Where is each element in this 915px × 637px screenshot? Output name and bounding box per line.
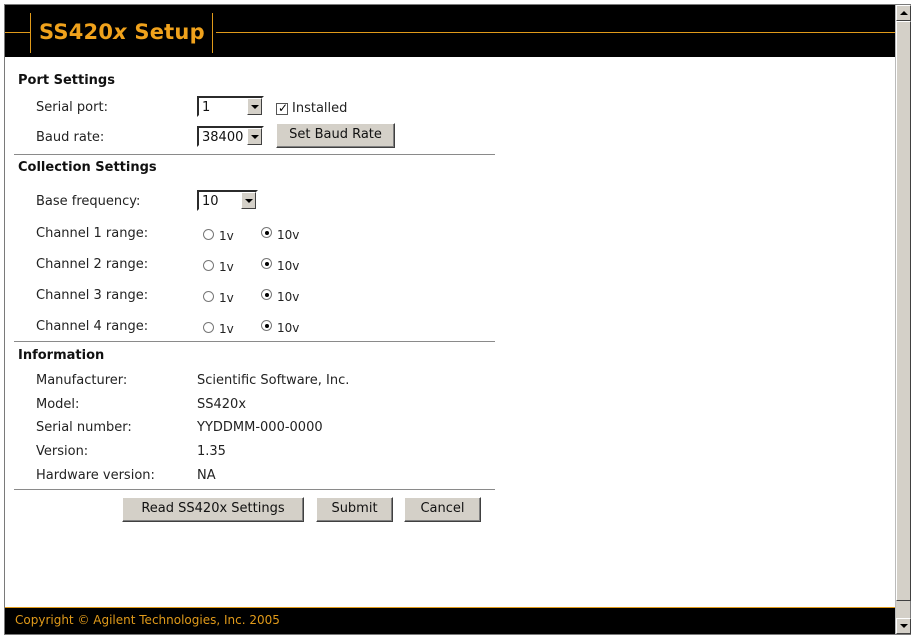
version-label: Version: [36, 444, 89, 459]
serial-number-value: YYDDMM-000-0000 [197, 420, 323, 435]
page-title: SS420x Setup [39, 20, 205, 44]
title-box: SS420x Setup [30, 13, 213, 53]
channel-3-1v-label: 1v [219, 291, 234, 305]
manufacturer-value: Scientific Software, Inc. [197, 373, 350, 388]
channel-3-range-label: Channel 3 range: [36, 288, 149, 303]
title-prefix: SS420 [39, 20, 114, 44]
hardware-version-label: Hardware version: [36, 468, 155, 483]
channel-2-1v-radio[interactable] [203, 260, 214, 271]
channel-1-1v-label: 1v [219, 229, 234, 243]
section-divider [14, 489, 495, 491]
channel-1-range-label: Channel 1 range: [36, 226, 149, 241]
baud-rate-select[interactable]: 38400 [197, 126, 264, 147]
submit-button[interactable]: Submit [316, 497, 393, 522]
channel-3-10v-label: 10v [277, 290, 300, 304]
channel-1-10v-radio[interactable] [261, 227, 272, 238]
channel-4-range-label: Channel 4 range: [36, 319, 149, 334]
port-settings-heading: Port Settings [18, 73, 115, 88]
title-italic-x: x [113, 20, 127, 44]
serial-port-select[interactable]: 1 [197, 96, 264, 117]
version-value: 1.35 [197, 444, 226, 459]
section-divider [14, 154, 495, 156]
base-frequency-select[interactable]: 10 [197, 190, 258, 211]
read-settings-button[interactable]: Read SS420x Settings [122, 497, 304, 522]
baud-rate-label: Baud rate: [36, 130, 105, 145]
chevron-down-icon [251, 135, 259, 139]
set-baud-rate-button[interactable]: Set Baud Rate [276, 123, 395, 148]
radio-selected-dot [265, 324, 269, 328]
channel-3-10v-radio[interactable] [261, 289, 272, 300]
installed-checkbox[interactable]: ✓ [276, 101, 289, 115]
base-frequency-value: 10 [202, 194, 219, 209]
baud-rate-dropdown-button[interactable] [247, 128, 262, 145]
information-heading: Information [18, 348, 105, 363]
cancel-button[interactable]: Cancel [404, 497, 481, 522]
channel-4-10v-label: 10v [277, 321, 300, 335]
radio-selected-dot [265, 231, 269, 235]
header-rule-right [216, 32, 895, 33]
channel-4-1v-label: 1v [219, 322, 234, 336]
serial-port-dropdown-button[interactable] [247, 98, 262, 115]
serial-port-label: Serial port: [36, 100, 108, 115]
channel-2-range-label: Channel 2 range: [36, 257, 149, 272]
scroll-down-button[interactable] [896, 618, 911, 634]
channel-4-10v-radio[interactable] [261, 320, 272, 331]
radio-selected-dot [265, 293, 269, 297]
base-frequency-label: Base frequency: [36, 194, 141, 209]
channel-2-10v-label: 10v [277, 259, 300, 273]
hardware-version-value: NA [197, 468, 216, 483]
title-suffix: Setup [126, 20, 205, 44]
channel-1-10v-label: 10v [277, 228, 300, 242]
scroll-up-arrow-icon [900, 11, 908, 15]
chevron-down-icon [251, 105, 259, 109]
vertical-scrollbar[interactable] [895, 5, 911, 634]
header-rule-left [5, 32, 30, 33]
base-frequency-dropdown-button[interactable] [241, 192, 256, 209]
manufacturer-label: Manufacturer: [36, 373, 128, 388]
checkmark-icon: ✓ [278, 101, 289, 115]
page-footer: Copyright © Agilent Technologies, Inc. 2… [5, 607, 895, 634]
installed-label: Installed [292, 101, 348, 116]
page-header: SS420x Setup [5, 5, 895, 57]
collection-settings-heading: Collection Settings [18, 160, 157, 175]
scroll-up-button[interactable] [896, 5, 911, 21]
channel-3-1v-radio[interactable] [203, 291, 214, 302]
serial-number-label: Serial number: [36, 420, 132, 435]
channel-2-1v-label: 1v [219, 260, 234, 274]
scrollbar-thumb[interactable] [896, 21, 911, 601]
channel-4-1v-radio[interactable] [203, 322, 214, 333]
model-value: SS420x [197, 397, 247, 412]
serial-port-value: 1 [202, 100, 211, 115]
radio-selected-dot [265, 262, 269, 266]
channel-2-10v-radio[interactable] [261, 258, 272, 269]
chevron-down-icon [245, 199, 253, 203]
channel-1-1v-radio[interactable] [203, 229, 214, 240]
copyright-text: Copyright © Agilent Technologies, Inc. 2… [15, 613, 280, 627]
model-label: Model: [36, 397, 80, 412]
section-divider [14, 341, 495, 343]
baud-rate-value: 38400 [202, 130, 244, 145]
scroll-down-arrow-icon [900, 624, 908, 628]
